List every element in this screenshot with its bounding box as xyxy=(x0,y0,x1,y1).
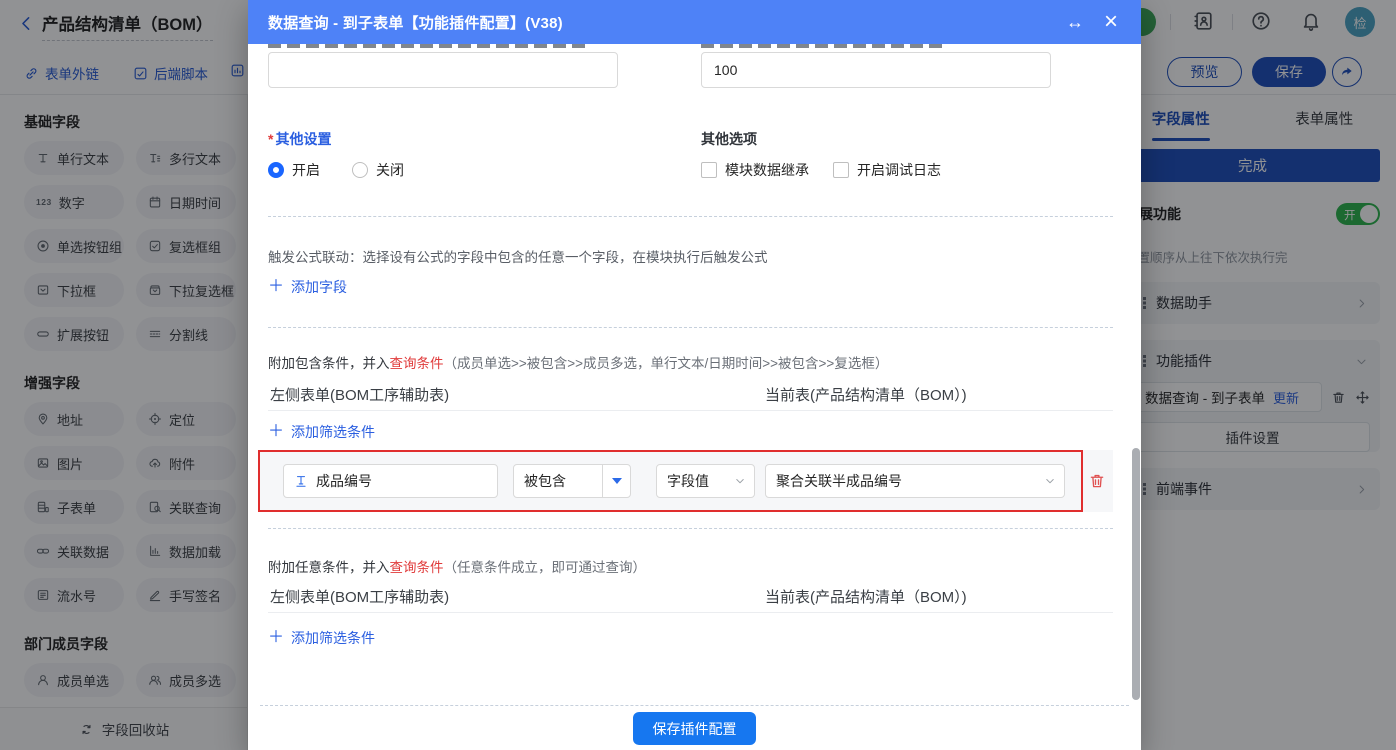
query-condition-link[interactable]: 查询条件 xyxy=(390,356,444,371)
caret-down-icon xyxy=(612,478,622,484)
desc-paren: （成员单选>>被包含>>成员多选，单行文本/日期时间>>被包含>>复选框） xyxy=(444,356,889,371)
condition-operator-select[interactable]: 被包含 xyxy=(513,464,631,498)
modal-scrollbar[interactable] xyxy=(1132,448,1140,700)
radio-group: 开启 关闭 xyxy=(268,160,404,180)
any-condition-desc: 附加任意条件，并入查询条件（任意条件成立，即可通过查询） xyxy=(268,556,646,576)
checkbox-label: 模块数据继承 xyxy=(725,160,809,180)
chevron-down-icon xyxy=(734,475,746,487)
divider xyxy=(268,612,1113,613)
add-field-label: 添加字段 xyxy=(291,277,347,297)
modal-header: 数据查询 - 到子表单【功能插件配置】(V38) xyxy=(248,0,1141,44)
close-icon[interactable]: × xyxy=(1096,0,1126,44)
divider xyxy=(268,528,1113,529)
radio-on-label: 开启 xyxy=(292,160,320,180)
left-form-header: 左侧表单(BOM工序辅助表) xyxy=(270,586,449,607)
plugin-config-modal: 数据查询 - 到子表单【功能插件配置】(V38) ↔ × 其他设置 开启 关闭 … xyxy=(248,0,1141,750)
add-filter-label: 添加筛选条件 xyxy=(291,422,375,442)
other-options-label: 其他选项 xyxy=(701,129,757,149)
current-form-header: 当前表(产品结构清单（BOM）) xyxy=(765,586,967,607)
resize-icon[interactable]: ↔ xyxy=(1060,0,1090,44)
value-type: 字段值 xyxy=(667,471,709,491)
condition-field-select[interactable]: 成品编号 xyxy=(283,464,498,498)
checkbox-debug-log[interactable] xyxy=(833,162,849,178)
clipped-label xyxy=(268,44,586,48)
divider xyxy=(268,410,1113,411)
query-condition-link[interactable]: 查询条件 xyxy=(390,560,444,575)
radio-on[interactable] xyxy=(268,162,284,178)
save-plugin-config-button[interactable]: 保存插件配置 xyxy=(633,712,756,745)
divider xyxy=(268,327,1113,328)
desc-text: 附加任意条件，并入 xyxy=(268,560,390,575)
desc-paren: （任意条件成立，即可通过查询） xyxy=(444,560,647,575)
query-limit-input[interactable] xyxy=(701,52,1051,88)
formula-hint: 触发公式联动：选择设有公式的字段中包含的任意一个字段，在模块执行后触发公式 xyxy=(268,246,768,266)
plus-icon: ＋ xyxy=(268,279,284,295)
divider xyxy=(268,216,1113,217)
checkbox-module-inherit[interactable] xyxy=(701,162,717,178)
radio-off-label: 关闭 xyxy=(376,160,404,180)
current-form-header: 当前表(产品结构清单（BOM）) xyxy=(765,384,967,405)
add-filter-label: 添加筛选条件 xyxy=(291,628,375,648)
operator-value: 被包含 xyxy=(524,471,566,491)
add-filter-link[interactable]: ＋ 添加筛选条件 xyxy=(268,628,375,648)
add-field-link[interactable]: ＋ 添加字段 xyxy=(268,277,347,297)
add-filter-link[interactable]: ＋ 添加筛选条件 xyxy=(268,422,375,442)
condition-value: 聚合关联半成品编号 xyxy=(776,471,902,491)
caret-segment[interactable] xyxy=(602,465,630,497)
checkbox-group: 模块数据继承 开启调试日志 xyxy=(701,160,941,180)
desc-text: 附加包含条件，并入 xyxy=(268,356,390,371)
checkbox-label: 开启调试日志 xyxy=(857,160,941,180)
include-condition-desc: 附加包含条件，并入查询条件（成员单选>>被包含>>成员多选，单行文本/日期时间>… xyxy=(268,352,888,372)
delete-condition-icon[interactable] xyxy=(1088,472,1106,490)
condition-value-type-select[interactable]: 字段值 xyxy=(656,464,755,498)
chevron-down-icon xyxy=(1044,475,1056,487)
condition-value-select[interactable]: 聚合关联半成品编号 xyxy=(765,464,1065,498)
clipped-label xyxy=(701,44,943,48)
condition-field-value: 成品编号 xyxy=(316,471,372,491)
plus-icon: ＋ xyxy=(268,424,284,440)
radio-off[interactable] xyxy=(352,162,368,178)
other-settings-label: 其他设置 xyxy=(268,129,331,149)
left-form-header: 左侧表单(BOM工序辅助表) xyxy=(270,384,449,405)
modal-title: 数据查询 - 到子表单【功能插件配置】(V38) xyxy=(268,12,563,33)
config-input-left[interactable] xyxy=(268,52,618,88)
plus-icon: ＋ xyxy=(268,630,284,646)
text-field-icon xyxy=(294,474,308,488)
divider xyxy=(260,705,1129,706)
